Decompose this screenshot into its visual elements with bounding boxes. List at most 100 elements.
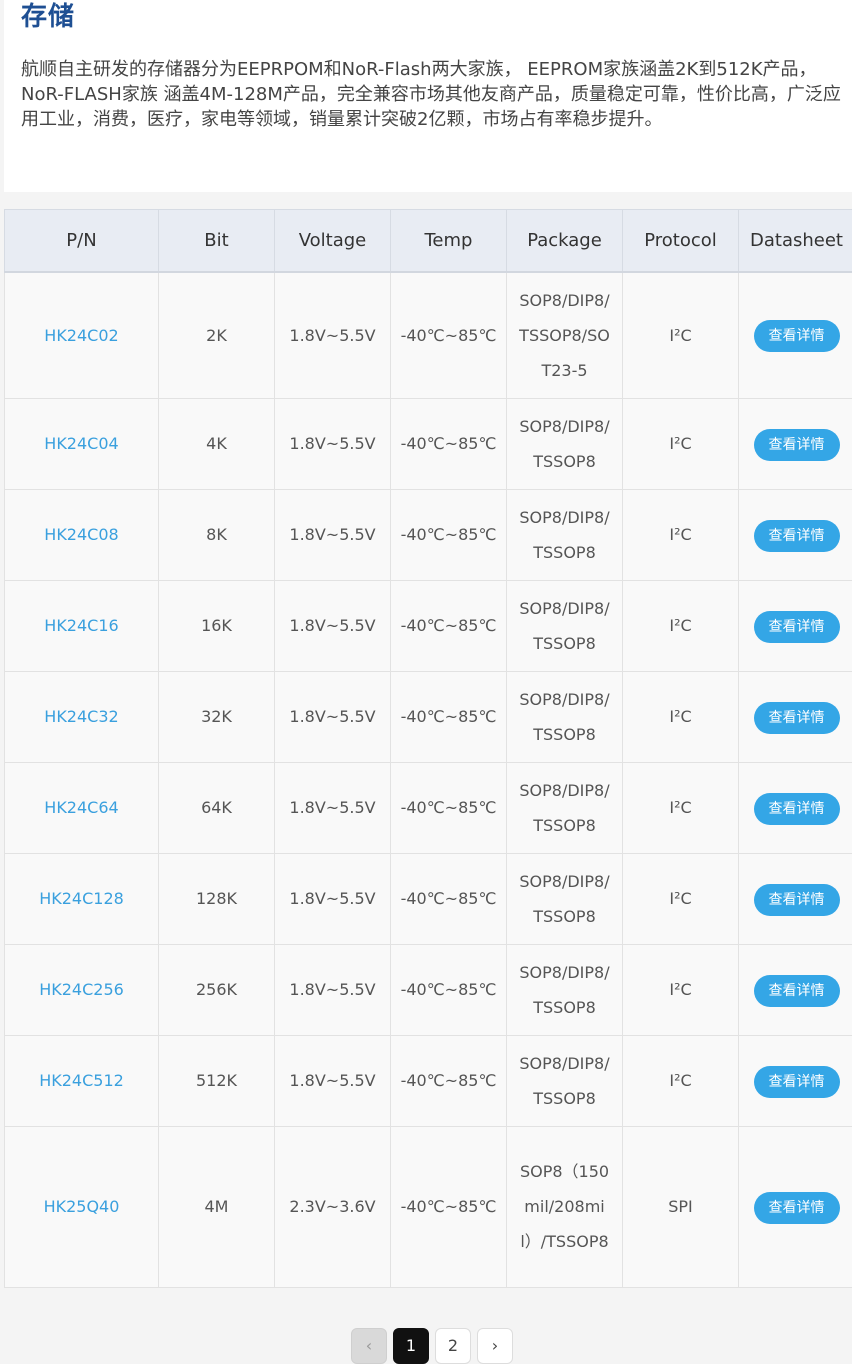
part-number-link[interactable]: HK24C02 bbox=[5, 272, 159, 398]
voltage-cell: 1.8V~5.5V bbox=[275, 272, 391, 398]
part-number-link[interactable]: HK24C256 bbox=[5, 944, 159, 1035]
table-header-row: P/N Bit Voltage Temp Package Protocol Da… bbox=[5, 210, 852, 273]
temp-cell: -40℃~85℃ bbox=[391, 272, 507, 398]
temp-cell: -40℃~85℃ bbox=[391, 580, 507, 671]
protocol-cell: I²C bbox=[623, 762, 739, 853]
column-header-temp: Temp bbox=[391, 210, 507, 273]
datasheet-cell: 查看详情 bbox=[739, 944, 852, 1035]
table-row: HK25Q40 4M 2.3V~3.6V -40℃~85℃ SOP8（150mi… bbox=[5, 1126, 852, 1287]
datasheet-cell: 查看详情 bbox=[739, 489, 852, 580]
voltage-cell: 1.8V~5.5V bbox=[275, 580, 391, 671]
voltage-cell: 1.8V~5.5V bbox=[275, 762, 391, 853]
datasheet-cell: 查看详情 bbox=[739, 580, 852, 671]
view-details-button[interactable]: 查看详情 bbox=[754, 1192, 840, 1224]
page-title: 存储 bbox=[21, 0, 75, 33]
voltage-cell: 1.8V~5.5V bbox=[275, 944, 391, 1035]
bit-cell: 256K bbox=[159, 944, 275, 1035]
package-cell: SOP8/DIP8/TSSOP8 bbox=[507, 489, 623, 580]
table-row: HK24C128 128K 1.8V~5.5V -40℃~85℃ SOP8/DI… bbox=[5, 853, 852, 944]
temp-cell: -40℃~85℃ bbox=[391, 398, 507, 489]
temp-cell: -40℃~85℃ bbox=[391, 671, 507, 762]
table-row: HK24C256 256K 1.8V~5.5V -40℃~85℃ SOP8/DI… bbox=[5, 944, 852, 1035]
pagination: ‹ 1 2 › bbox=[351, 1328, 513, 1364]
package-cell: SOP8/DIP8/TSSOP8 bbox=[507, 1035, 623, 1126]
datasheet-cell: 查看详情 bbox=[739, 1126, 852, 1287]
protocol-cell: I²C bbox=[623, 853, 739, 944]
view-details-button[interactable]: 查看详情 bbox=[754, 320, 840, 352]
chevron-right-icon[interactable]: › bbox=[477, 1328, 513, 1364]
table-row: HK24C16 16K 1.8V~5.5V -40℃~85℃ SOP8/DIP8… bbox=[5, 580, 852, 671]
package-cell: SOP8/DIP8/TSSOP8 bbox=[507, 671, 623, 762]
product-table: P/N Bit Voltage Temp Package Protocol Da… bbox=[4, 209, 852, 1288]
package-cell: SOP8/DIP8/TSSOP8 bbox=[507, 944, 623, 1035]
datasheet-cell: 查看详情 bbox=[739, 762, 852, 853]
bit-cell: 32K bbox=[159, 671, 275, 762]
protocol-cell: I²C bbox=[623, 671, 739, 762]
column-header-protocol: Protocol bbox=[623, 210, 739, 273]
column-header-package: Package bbox=[507, 210, 623, 273]
view-details-button[interactable]: 查看详情 bbox=[754, 702, 840, 734]
bit-cell: 2K bbox=[159, 272, 275, 398]
bit-cell: 64K bbox=[159, 762, 275, 853]
package-cell: SOP8/DIP8/TSSOP8/SOT23-5 bbox=[507, 272, 623, 398]
table-row: HK24C32 32K 1.8V~5.5V -40℃~85℃ SOP8/DIP8… bbox=[5, 671, 852, 762]
temp-cell: -40℃~85℃ bbox=[391, 1035, 507, 1126]
datasheet-cell: 查看详情 bbox=[739, 398, 852, 489]
part-number-link[interactable]: HK24C08 bbox=[5, 489, 159, 580]
package-cell: SOP8/DIP8/TSSOP8 bbox=[507, 762, 623, 853]
column-header-bit: Bit bbox=[159, 210, 275, 273]
column-header-voltage: Voltage bbox=[275, 210, 391, 273]
table-row: HK24C512 512K 1.8V~5.5V -40℃~85℃ SOP8/DI… bbox=[5, 1035, 852, 1126]
voltage-cell: 1.8V~5.5V bbox=[275, 671, 391, 762]
protocol-cell: I²C bbox=[623, 398, 739, 489]
protocol-cell: I²C bbox=[623, 489, 739, 580]
part-number-link[interactable]: HK24C04 bbox=[5, 398, 159, 489]
view-details-button[interactable]: 查看详情 bbox=[754, 884, 840, 916]
datasheet-cell: 查看详情 bbox=[739, 1035, 852, 1126]
voltage-cell: 1.8V~5.5V bbox=[275, 1035, 391, 1126]
datasheet-cell: 查看详情 bbox=[739, 853, 852, 944]
datasheet-cell: 查看详情 bbox=[739, 671, 852, 762]
intro-card: 存储 航顺自主研发的存储器分为EEPRPOM和NoR-Flash两大家族， EE… bbox=[4, 0, 852, 192]
view-details-button[interactable]: 查看详情 bbox=[754, 975, 840, 1007]
table-row: HK24C08 8K 1.8V~5.5V -40℃~85℃ SOP8/DIP8/… bbox=[5, 489, 852, 580]
section-description: 航顺自主研发的存储器分为EEPRPOM和NoR-Flash两大家族， EEPRO… bbox=[21, 57, 843, 132]
part-number-link[interactable]: HK24C64 bbox=[5, 762, 159, 853]
table-row: HK24C04 4K 1.8V~5.5V -40℃~85℃ SOP8/DIP8/… bbox=[5, 398, 852, 489]
page-button-2[interactable]: 2 bbox=[435, 1328, 471, 1364]
bit-cell: 128K bbox=[159, 853, 275, 944]
protocol-cell: I²C bbox=[623, 944, 739, 1035]
table-row: HK24C02 2K 1.8V~5.5V -40℃~85℃ SOP8/DIP8/… bbox=[5, 272, 852, 398]
column-header-pn: P/N bbox=[5, 210, 159, 273]
bit-cell: 512K bbox=[159, 1035, 275, 1126]
view-details-button[interactable]: 查看详情 bbox=[754, 611, 840, 643]
bit-cell: 8K bbox=[159, 489, 275, 580]
datasheet-cell: 查看详情 bbox=[739, 272, 852, 398]
protocol-cell: I²C bbox=[623, 580, 739, 671]
bit-cell: 16K bbox=[159, 580, 275, 671]
chevron-left-icon[interactable]: ‹ bbox=[351, 1328, 387, 1364]
protocol-cell: I²C bbox=[623, 272, 739, 398]
view-details-button[interactable]: 查看详情 bbox=[754, 1066, 840, 1098]
part-number-link[interactable]: HK24C32 bbox=[5, 671, 159, 762]
part-number-link[interactable]: HK25Q40 bbox=[5, 1126, 159, 1287]
bit-cell: 4M bbox=[159, 1126, 275, 1287]
page-button-1[interactable]: 1 bbox=[393, 1328, 429, 1364]
protocol-cell: SPI bbox=[623, 1126, 739, 1287]
package-cell: SOP8/DIP8/TSSOP8 bbox=[507, 853, 623, 944]
bit-cell: 4K bbox=[159, 398, 275, 489]
view-details-button[interactable]: 查看详情 bbox=[754, 520, 840, 552]
view-details-button[interactable]: 查看详情 bbox=[754, 793, 840, 825]
temp-cell: -40℃~85℃ bbox=[391, 1126, 507, 1287]
protocol-cell: I²C bbox=[623, 1035, 739, 1126]
product-table-container: P/N Bit Voltage Temp Package Protocol Da… bbox=[4, 209, 852, 1288]
view-details-button[interactable]: 查看详情 bbox=[754, 429, 840, 461]
temp-cell: -40℃~85℃ bbox=[391, 853, 507, 944]
part-number-link[interactable]: HK24C512 bbox=[5, 1035, 159, 1126]
part-number-link[interactable]: HK24C16 bbox=[5, 580, 159, 671]
voltage-cell: 1.8V~5.5V bbox=[275, 853, 391, 944]
voltage-cell: 2.3V~3.6V bbox=[275, 1126, 391, 1287]
part-number-link[interactable]: HK24C128 bbox=[5, 853, 159, 944]
package-cell: SOP8（150mil/208mil）/TSSOP8 bbox=[507, 1126, 623, 1287]
column-header-datasheet: Datasheet bbox=[739, 210, 852, 273]
